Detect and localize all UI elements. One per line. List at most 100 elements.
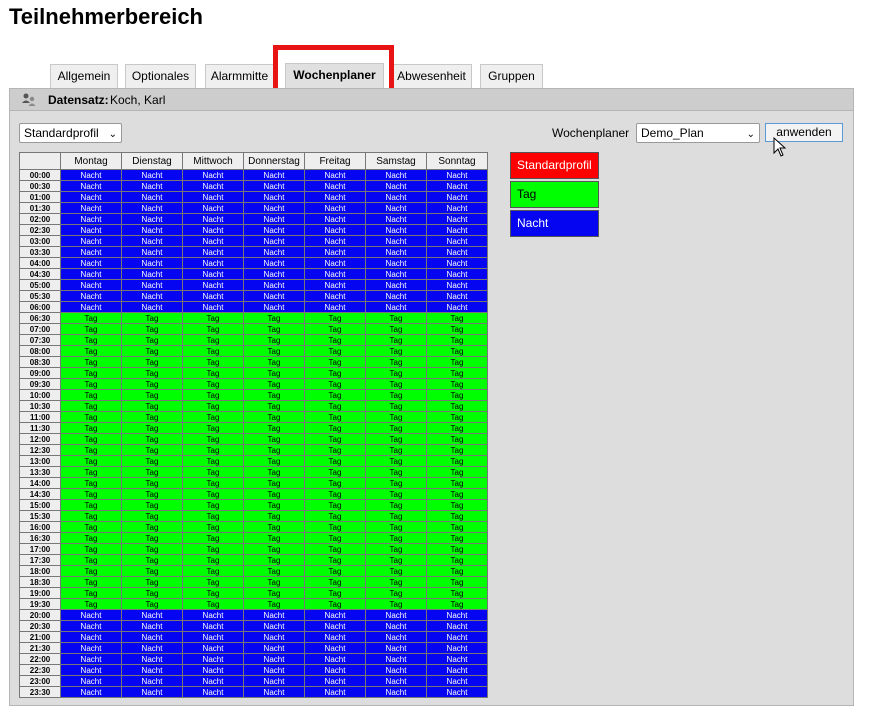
schedule-cell[interactable]: Tag bbox=[426, 576, 488, 588]
schedule-cell[interactable]: Tag bbox=[182, 499, 244, 511]
schedule-cell[interactable]: Tag bbox=[182, 455, 244, 467]
schedule-cell[interactable]: Nacht bbox=[365, 191, 427, 203]
schedule-cell[interactable]: Tag bbox=[365, 532, 427, 544]
schedule-cell[interactable]: Nacht bbox=[60, 609, 122, 621]
schedule-cell[interactable]: Nacht bbox=[426, 301, 488, 313]
schedule-cell[interactable]: Tag bbox=[243, 521, 305, 533]
schedule-cell[interactable]: Tag bbox=[365, 499, 427, 511]
schedule-cell[interactable]: Tag bbox=[121, 565, 183, 577]
schedule-cell[interactable]: Tag bbox=[60, 378, 122, 390]
schedule-cell[interactable]: Nacht bbox=[243, 257, 305, 269]
schedule-cell[interactable]: Tag bbox=[304, 521, 366, 533]
schedule-cell[interactable]: Nacht bbox=[365, 202, 427, 214]
schedule-cell[interactable]: Nacht bbox=[243, 653, 305, 665]
schedule-cell[interactable]: Nacht bbox=[304, 664, 366, 676]
schedule-cell[interactable]: Tag bbox=[60, 510, 122, 522]
schedule-cell[interactable]: Tag bbox=[426, 411, 488, 423]
schedule-cell[interactable]: Tag bbox=[304, 587, 366, 599]
schedule-cell[interactable]: Tag bbox=[365, 334, 427, 346]
schedule-cell[interactable]: Tag bbox=[243, 334, 305, 346]
schedule-cell[interactable]: Nacht bbox=[304, 290, 366, 302]
schedule-cell[interactable]: Tag bbox=[60, 356, 122, 368]
schedule-cell[interactable]: Nacht bbox=[304, 246, 366, 258]
schedule-cell[interactable]: Tag bbox=[182, 400, 244, 412]
schedule-cell[interactable]: Tag bbox=[426, 345, 488, 357]
schedule-cell[interactable]: Tag bbox=[60, 422, 122, 434]
schedule-cell[interactable]: Nacht bbox=[365, 279, 427, 291]
schedule-cell[interactable]: Nacht bbox=[304, 279, 366, 291]
schedule-cell[interactable]: Tag bbox=[182, 598, 244, 610]
schedule-cell[interactable]: Tag bbox=[243, 312, 305, 324]
schedule-cell[interactable]: Tag bbox=[121, 554, 183, 566]
schedule-cell[interactable]: Tag bbox=[182, 521, 244, 533]
schedule-cell[interactable]: Tag bbox=[121, 433, 183, 445]
schedule-cell[interactable]: Tag bbox=[365, 312, 427, 324]
schedule-cell[interactable]: Tag bbox=[182, 334, 244, 346]
schedule-cell[interactable]: Tag bbox=[304, 444, 366, 456]
legend-tag[interactable]: Tag bbox=[510, 181, 599, 208]
schedule-cell[interactable]: Nacht bbox=[304, 620, 366, 632]
schedule-cell[interactable]: Nacht bbox=[426, 653, 488, 665]
schedule-cell[interactable]: Tag bbox=[60, 334, 122, 346]
schedule-cell[interactable]: Nacht bbox=[365, 642, 427, 654]
schedule-cell[interactable]: Tag bbox=[121, 356, 183, 368]
schedule-cell[interactable]: Tag bbox=[243, 598, 305, 610]
schedule-cell[interactable]: Tag bbox=[243, 488, 305, 500]
schedule-cell[interactable]: Nacht bbox=[121, 257, 183, 269]
schedule-cell[interactable]: Tag bbox=[304, 576, 366, 588]
schedule-cell[interactable]: Nacht bbox=[426, 213, 488, 225]
schedule-cell[interactable]: Tag bbox=[243, 477, 305, 489]
schedule-cell[interactable]: Nacht bbox=[243, 609, 305, 621]
schedule-cell[interactable]: Tag bbox=[426, 554, 488, 566]
schedule-cell[interactable]: Nacht bbox=[243, 268, 305, 280]
schedule-cell[interactable]: Tag bbox=[60, 444, 122, 456]
schedule-cell[interactable]: Nacht bbox=[243, 169, 305, 181]
schedule-cell[interactable]: Nacht bbox=[243, 290, 305, 302]
legend-nacht[interactable]: Nacht bbox=[510, 210, 599, 237]
schedule-cell[interactable]: Tag bbox=[121, 532, 183, 544]
schedule-cell[interactable]: Nacht bbox=[304, 653, 366, 665]
schedule-cell[interactable]: Tag bbox=[365, 565, 427, 577]
schedule-cell[interactable]: Tag bbox=[426, 488, 488, 500]
schedule-cell[interactable]: Nacht bbox=[121, 180, 183, 192]
schedule-cell[interactable]: Tag bbox=[304, 598, 366, 610]
schedule-cell[interactable]: Nacht bbox=[121, 631, 183, 643]
schedule-cell[interactable]: Tag bbox=[243, 323, 305, 335]
schedule-cell[interactable]: Tag bbox=[182, 444, 244, 456]
schedule-cell[interactable]: Tag bbox=[426, 389, 488, 401]
schedule-cell[interactable]: Tag bbox=[365, 488, 427, 500]
schedule-cell[interactable]: Tag bbox=[365, 477, 427, 489]
schedule-cell[interactable]: Tag bbox=[365, 356, 427, 368]
schedule-cell[interactable]: Tag bbox=[182, 356, 244, 368]
schedule-cell[interactable]: Nacht bbox=[365, 631, 427, 643]
schedule-cell[interactable]: Tag bbox=[304, 356, 366, 368]
schedule-cell[interactable]: Tag bbox=[304, 466, 366, 478]
schedule-cell[interactable]: Nacht bbox=[121, 268, 183, 280]
schedule-cell[interactable]: Tag bbox=[243, 356, 305, 368]
schedule-cell[interactable]: Nacht bbox=[243, 180, 305, 192]
schedule-cell[interactable]: Nacht bbox=[243, 191, 305, 203]
schedule-cell[interactable]: Tag bbox=[182, 510, 244, 522]
schedule-cell[interactable]: Nacht bbox=[60, 279, 122, 291]
schedule-cell[interactable]: Tag bbox=[243, 587, 305, 599]
schedule-cell[interactable]: Nacht bbox=[121, 620, 183, 632]
schedule-cell[interactable]: Nacht bbox=[365, 664, 427, 676]
schedule-cell[interactable]: Tag bbox=[304, 565, 366, 577]
legend-standardprofil[interactable]: Standardprofil bbox=[510, 152, 599, 179]
schedule-cell[interactable]: Tag bbox=[60, 323, 122, 335]
schedule-cell[interactable]: Nacht bbox=[121, 279, 183, 291]
planner-select[interactable]: Demo_Plan ⌄ bbox=[636, 123, 760, 143]
schedule-cell[interactable]: Tag bbox=[365, 466, 427, 478]
schedule-cell[interactable]: Nacht bbox=[426, 202, 488, 214]
schedule-cell[interactable]: Tag bbox=[426, 312, 488, 324]
schedule-cell[interactable]: Tag bbox=[182, 587, 244, 599]
schedule-cell[interactable]: Nacht bbox=[426, 224, 488, 236]
schedule-cell[interactable]: Nacht bbox=[60, 169, 122, 181]
schedule-cell[interactable]: Nacht bbox=[426, 191, 488, 203]
schedule-cell[interactable]: Tag bbox=[304, 400, 366, 412]
schedule-cell[interactable]: Tag bbox=[426, 334, 488, 346]
schedule-cell[interactable]: Tag bbox=[243, 543, 305, 555]
schedule-cell[interactable]: Nacht bbox=[365, 246, 427, 258]
schedule-cell[interactable]: Tag bbox=[243, 565, 305, 577]
schedule-cell[interactable]: Tag bbox=[121, 598, 183, 610]
